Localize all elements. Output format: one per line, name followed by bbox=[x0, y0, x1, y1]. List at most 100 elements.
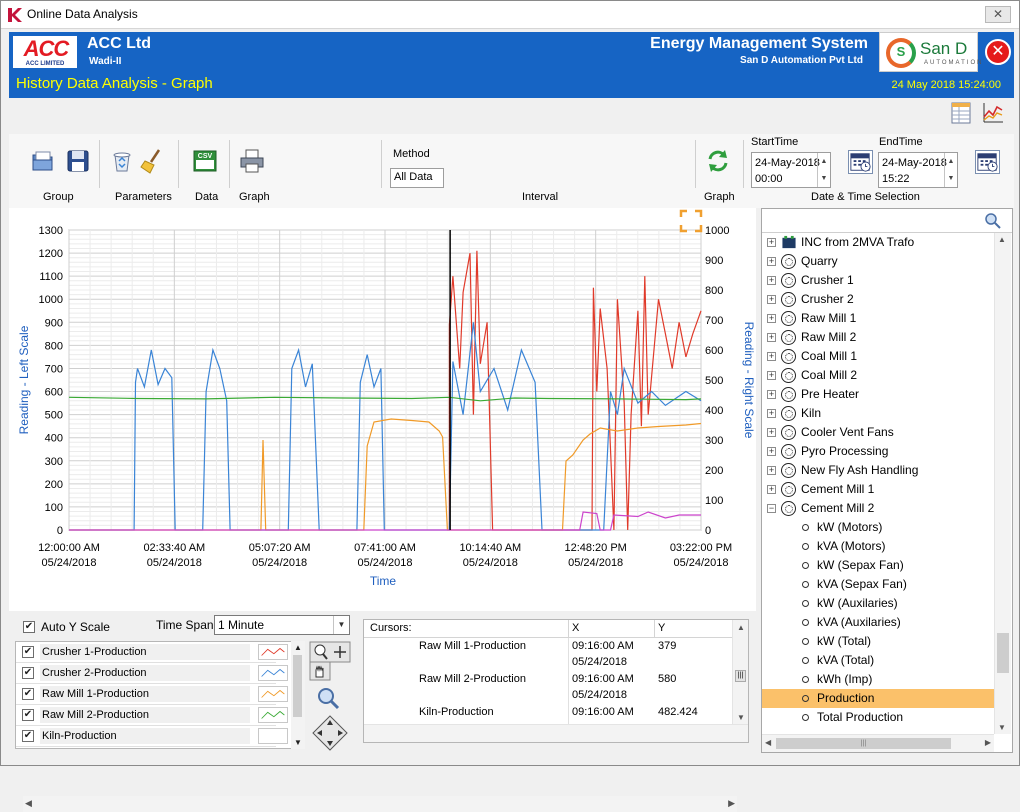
spin-up-arrow[interactable]: ▲ bbox=[818, 153, 830, 170]
legend-checkbox[interactable]: ✔ bbox=[22, 646, 34, 658]
start-datetime-field[interactable]: 24-May-2018 00:00 ▲ ▼ bbox=[751, 152, 831, 188]
legend-item[interactable]: ✔ Crusher 2-Production bbox=[16, 663, 288, 684]
end-datetime-field[interactable]: 24-May-2018 15:22 ▲ ▼ bbox=[878, 152, 958, 188]
legend-swatch[interactable] bbox=[258, 707, 288, 723]
expand-icon[interactable]: + bbox=[767, 447, 776, 456]
chevron-down-icon[interactable]: ▼ bbox=[333, 616, 349, 634]
table-view-icon[interactable] bbox=[949, 101, 973, 125]
legend-checkbox[interactable]: ✔ bbox=[22, 667, 34, 679]
expand-icon[interactable]: + bbox=[767, 238, 776, 247]
spin-down-arrow[interactable]: ▼ bbox=[818, 170, 830, 187]
tree-child-item[interactable]: kVA (Sepax Fan) bbox=[762, 575, 994, 594]
tree-group-item[interactable]: + Crusher 2 bbox=[762, 290, 994, 309]
tree-group-item[interactable]: + Crusher 1 bbox=[762, 271, 994, 290]
start-calendar-icon[interactable] bbox=[848, 150, 873, 174]
legend-item[interactable]: ✔ Raw Mill 1-Production bbox=[16, 684, 288, 705]
scroll-left-arrow[interactable]: ◀ bbox=[765, 738, 771, 747]
scroll-up-arrow[interactable]: ▲ bbox=[998, 235, 1006, 244]
scroll-right-arrow[interactable]: ▶ bbox=[728, 798, 735, 809]
window-close-button[interactable]: ✕ bbox=[985, 6, 1011, 23]
search-icon[interactable] bbox=[984, 212, 1002, 230]
tree-group-item[interactable]: + New Fly Ash Handling bbox=[762, 461, 994, 480]
tree-child-item[interactable]: kW (Auxilaries) bbox=[762, 594, 994, 613]
end-time-spinner[interactable]: ▲ ▼ bbox=[944, 153, 957, 187]
zoom-icon[interactable] bbox=[314, 685, 344, 711]
broom-clear-icon[interactable] bbox=[139, 148, 165, 174]
tree-group-item[interactable]: − Cement Mill 2 bbox=[762, 499, 994, 518]
expand-icon[interactable]: + bbox=[767, 409, 776, 418]
tree-search-bar[interactable] bbox=[762, 209, 1012, 233]
expand-icon[interactable]: + bbox=[767, 371, 776, 380]
pan-hand-icon[interactable] bbox=[309, 661, 331, 681]
tree-group-item[interactable]: + Cement Mill 1 bbox=[762, 480, 994, 499]
legend-swatch[interactable] bbox=[258, 665, 288, 681]
tree-child-item[interactable]: kVA (Motors) bbox=[762, 537, 994, 556]
tree-group-item[interactable]: + Raw Mill 1 bbox=[762, 309, 994, 328]
legend-scroll-thumb[interactable] bbox=[293, 655, 302, 717]
legend-scrollbar[interactable]: ▲ ▼ bbox=[291, 641, 305, 749]
auto-y-scale-checkbox[interactable]: ✔ bbox=[23, 621, 35, 633]
scroll-up-arrow[interactable]: ▲ bbox=[294, 643, 302, 652]
tree-group-item[interactable]: + Pre Heater bbox=[762, 385, 994, 404]
expand-icon[interactable]: + bbox=[767, 276, 776, 285]
cursor-vertical-scrollbar[interactable]: ||| ▲ ▼ bbox=[732, 620, 748, 724]
spin-down-arrow[interactable]: ▼ bbox=[945, 170, 957, 187]
tree-group-item[interactable]: + Raw Mill 2 bbox=[762, 328, 994, 347]
tree-horizontal-scrollbar[interactable]: ◀ ||| ▶ bbox=[762, 734, 994, 752]
expand-icon[interactable]: + bbox=[767, 466, 776, 475]
cursor-scroll-thumb[interactable]: ||| bbox=[735, 670, 746, 682]
collapse-icon[interactable]: − bbox=[767, 504, 776, 513]
tree-group-item[interactable]: + Kiln bbox=[762, 404, 994, 423]
cursor-horizontal-scrollbar[interactable] bbox=[364, 724, 748, 742]
expand-icon[interactable]: + bbox=[767, 428, 776, 437]
scroll-down-arrow[interactable]: ▼ bbox=[998, 723, 1006, 732]
legend-item[interactable]: ✔ Kiln-Production bbox=[16, 726, 288, 747]
recycle-bin-icon[interactable] bbox=[109, 148, 135, 174]
expand-icon[interactable]: + bbox=[767, 295, 776, 304]
tree-group-item[interactable]: + Coal Mill 1 bbox=[762, 347, 994, 366]
scroll-right-arrow[interactable]: ▶ bbox=[985, 738, 991, 747]
tree-group-item[interactable]: + Quarry bbox=[762, 252, 994, 271]
spin-up-arrow[interactable]: ▲ bbox=[945, 153, 957, 170]
expand-icon[interactable]: + bbox=[767, 485, 776, 494]
pan-arrows-icon[interactable] bbox=[312, 715, 348, 751]
tree-vertical-scrollbar[interactable]: ▲ ▼ bbox=[994, 233, 1011, 734]
tree-child-item[interactable]: kW (Total) bbox=[762, 632, 994, 651]
printer-icon[interactable] bbox=[239, 148, 265, 174]
chart-horizontal-scrollbar[interactable]: ◀ ▶ bbox=[23, 796, 737, 812]
scroll-left-arrow[interactable]: ◀ bbox=[25, 798, 32, 809]
expand-icon[interactable]: + bbox=[767, 314, 776, 323]
app-close-button[interactable]: ✕ bbox=[985, 39, 1011, 65]
tree-group-item[interactable]: + Cooler Vent Fans bbox=[762, 423, 994, 442]
method-select[interactable]: All Data bbox=[390, 168, 444, 188]
tree-child-item[interactable]: kW (Sepax Fan) bbox=[762, 556, 994, 575]
tree-scroll-thumb[interactable] bbox=[997, 633, 1009, 673]
tree-group-item[interactable]: + INC from 2MVA Trafo bbox=[762, 233, 994, 252]
scroll-down-arrow[interactable]: ▼ bbox=[294, 738, 302, 747]
save-icon[interactable] bbox=[65, 148, 91, 174]
csv-export-icon[interactable]: CSV bbox=[192, 148, 218, 174]
end-calendar-icon[interactable] bbox=[975, 150, 1000, 174]
legend-item[interactable]: ✔ Crusher 1-Production bbox=[16, 642, 288, 663]
scroll-down-arrow[interactable]: ▼ bbox=[737, 713, 745, 722]
expand-icon[interactable]: + bbox=[767, 390, 776, 399]
scroll-up-arrow[interactable]: ▲ bbox=[737, 623, 745, 632]
tree-group-item[interactable]: + Pyro Processing bbox=[762, 442, 994, 461]
tree-child-item[interactable]: Production bbox=[762, 689, 994, 708]
fullscreen-icon[interactable] bbox=[679, 209, 703, 233]
refresh-icon[interactable] bbox=[706, 148, 730, 174]
group-open-icon[interactable] bbox=[30, 148, 56, 174]
tree-child-item[interactable]: Total Production bbox=[762, 708, 994, 727]
legend-checkbox[interactable]: ✔ bbox=[22, 688, 34, 700]
legend-swatch[interactable] bbox=[258, 644, 288, 660]
expand-icon[interactable]: + bbox=[767, 257, 776, 266]
expand-icon[interactable]: + bbox=[767, 333, 776, 342]
tree-child-item[interactable]: kVA (Total) bbox=[762, 651, 994, 670]
legend-swatch[interactable] bbox=[258, 728, 288, 744]
expand-icon[interactable]: + bbox=[767, 352, 776, 361]
tree-hscroll-thumb[interactable]: ||| bbox=[776, 738, 951, 749]
tree-child-item[interactable]: kWh (Imp) bbox=[762, 670, 994, 689]
legend-item[interactable]: ✔ Raw Mill 2-Production bbox=[16, 705, 288, 726]
tree-child-item[interactable]: kVA (Auxilaries) bbox=[762, 613, 994, 632]
graph-view-icon[interactable] bbox=[981, 101, 1005, 125]
